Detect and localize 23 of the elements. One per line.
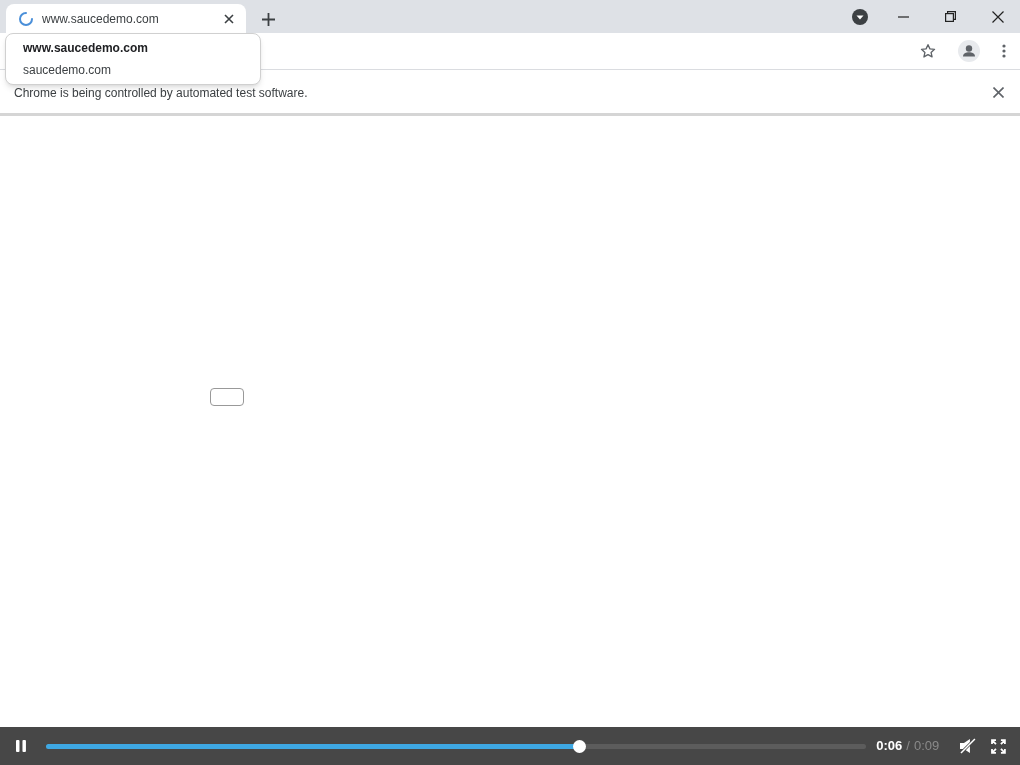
tab-search-icon[interactable] [852,8,868,25]
pause-icon[interactable] [16,740,26,752]
current-time: 0:06 [876,737,903,756]
duration: 0:09 [913,737,940,756]
time-separator: / [906,737,910,756]
browser-tab[interactable]: www.saucedemo.com [6,4,246,33]
close-icon[interactable] [993,87,1004,98]
tab-title: www.saucedemo.com [42,10,160,28]
close-icon[interactable] [224,13,234,24]
close-window-icon[interactable] [992,10,1004,23]
fullscreen-icon[interactable] [991,738,1006,754]
hover-card-title: www.saucedemo.com [23,40,149,57]
star-icon[interactable] [920,43,936,59]
empty-box[interactable] [210,388,244,406]
restore-icon[interactable] [945,11,956,22]
progress-handle[interactable] [573,739,587,753]
hover-card-domain: saucedemo.com [23,62,113,79]
minimize-icon[interactable] [898,15,909,18]
muted-speaker-icon[interactable] [959,738,978,754]
infobar-message: Chrome is being controlled by automated test software. [14,84,309,102]
new-tab-icon[interactable] [262,13,275,26]
profile-avatar-icon[interactable] [958,40,980,62]
menu-icon[interactable] [1002,44,1006,58]
